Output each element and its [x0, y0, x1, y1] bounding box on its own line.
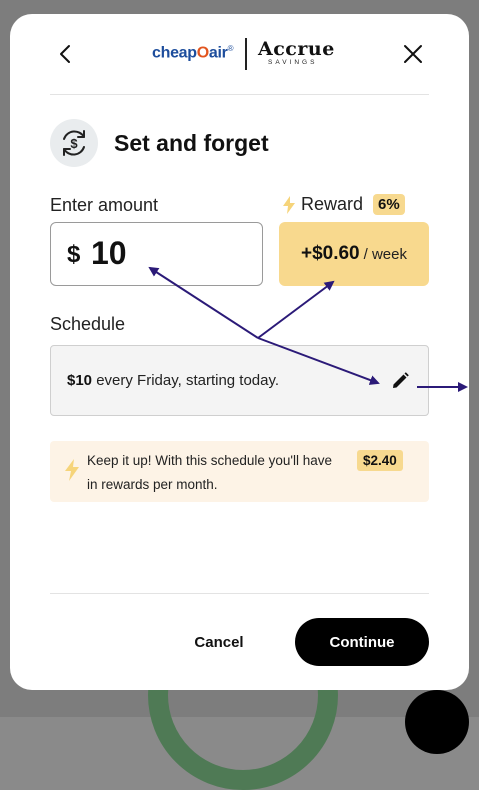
schedule-label: Schedule	[50, 314, 126, 334]
back-button[interactable]	[54, 40, 78, 68]
logo-divider	[245, 38, 247, 70]
set-and-forget-modal: cheapOair® Accrue SAVINGS $ Set and forg…	[10, 14, 469, 690]
reward-percent-badge: 6%	[373, 194, 405, 215]
cheapoair-logo: cheapOair®	[152, 44, 234, 62]
reward-label: Reward	[301, 194, 364, 214]
pencil-icon	[393, 372, 409, 388]
continue-button[interactable]: Continue	[295, 618, 429, 666]
reward-tip-banner: Keep it up! With this schedule you'll ha…	[50, 441, 429, 502]
amount-label: Enter amount	[50, 195, 159, 215]
chat-bubble-button[interactable]	[405, 690, 469, 754]
footer-divider	[50, 593, 429, 594]
amount-value[interactable]: 10	[91, 235, 127, 272]
svg-text:$: $	[70, 136, 78, 151]
schedule-summary: $10 every Friday, starting today.	[67, 372, 280, 389]
cancel-button[interactable]: Cancel	[170, 618, 268, 666]
modal-header: cheapOair® Accrue SAVINGS	[10, 14, 469, 94]
lightning-icon	[65, 459, 79, 481]
tip-text-line2: in rewards per month.	[87, 477, 218, 492]
edit-schedule-button[interactable]	[389, 370, 411, 392]
tip-text-line1: Keep it up! With this schedule you'll ha…	[87, 453, 332, 468]
monthly-reward-badge: $2.40	[357, 450, 403, 471]
schedule-box[interactable]: $10 every Friday, starting today.	[50, 345, 429, 416]
lightning-icon	[283, 195, 295, 214]
reward-label-row: Reward 6%	[283, 194, 405, 215]
header-divider	[50, 94, 429, 95]
currency-symbol: $	[67, 241, 81, 268]
recurring-dollar-icon: $	[50, 119, 98, 167]
close-icon	[404, 45, 422, 63]
chevron-left-icon	[60, 45, 70, 63]
accrue-logo: Accrue	[258, 38, 335, 60]
reward-amount-box: +$0.60 / week	[279, 222, 429, 286]
reward-unit: / week	[363, 245, 407, 263]
modal-title: Set and forget	[114, 130, 269, 156]
amount-input[interactable]: $ 10	[50, 222, 263, 286]
accrue-logo-subtitle: SAVINGS	[268, 59, 318, 66]
reward-amount: +$0.60	[300, 243, 360, 264]
close-button[interactable]	[400, 40, 426, 68]
